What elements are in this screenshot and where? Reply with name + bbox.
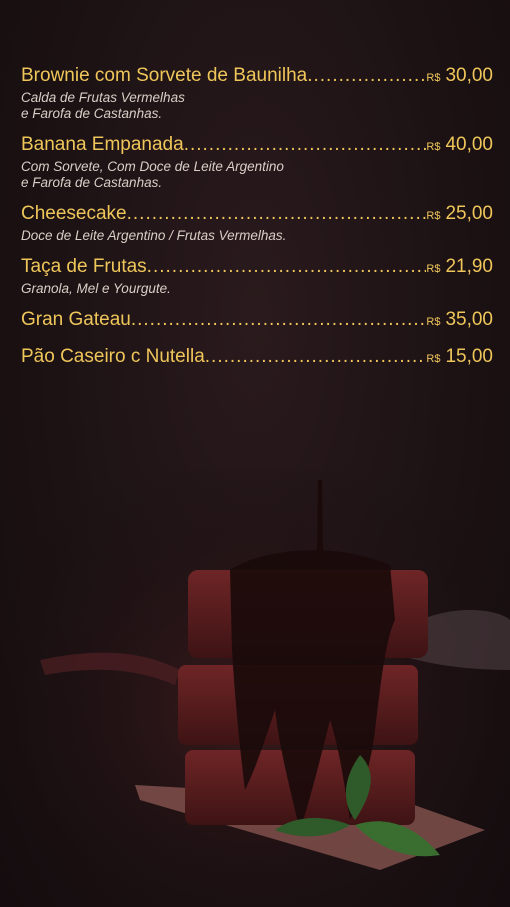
price-value: 25,00 (445, 203, 493, 224)
price-value: 40,00 (445, 134, 493, 155)
chocolate-drip (317, 480, 323, 560)
item-name: Taça de Frutas (21, 256, 147, 277)
currency-symbol: R$ (426, 72, 441, 84)
item-description: Calda de Frutas Vermelhas e Farofa de Ca… (21, 90, 185, 121)
item-description: Doce de Leite Argentino / Frutas Vermelh… (21, 228, 287, 243)
menu-item-gran-gateau: Gran Gateau R$ 35,00 (21, 308, 493, 334)
item-name: Banana Empanada (21, 134, 184, 155)
menu-item-banana: Banana Empanada R$ 40,00 Com Sorvete, Co… (21, 133, 493, 191)
item-name: Pão Caseiro c Nutella (21, 346, 205, 367)
menu-item-taca-de-frutas: Taça de Frutas R$ 21,90 Granola, Mel e Y… (21, 255, 493, 297)
item-price: R$ 15,00 (426, 345, 493, 371)
menu-item-brownie: Brownie com Sorvete de Baunilha R$ 30,00… (21, 64, 493, 122)
currency-symbol: R$ (426, 353, 441, 365)
item-price: R$ 30,00 (426, 64, 493, 90)
leader-dots (131, 308, 427, 332)
item-name: Brownie com Sorvete de Baunilha (21, 65, 308, 86)
menu-item-pao-caseiro: Pão Caseiro c Nutella R$ 15,00 (21, 345, 493, 371)
leader-dots (184, 133, 427, 157)
currency-symbol: R$ (426, 316, 441, 328)
item-price: R$ 35,00 (426, 308, 493, 334)
item-price: R$ 25,00 (426, 202, 493, 228)
item-name: Gran Gateau (21, 309, 131, 330)
brownie-photo (0, 470, 510, 907)
price-value: 30,00 (445, 65, 493, 86)
currency-symbol: R$ (426, 141, 441, 153)
item-price: R$ 21,90 (426, 255, 493, 281)
item-description: Granola, Mel e Yourgute. (21, 281, 171, 296)
price-value: 21,90 (445, 256, 493, 277)
dessert-menu: Brownie com Sorvete de Baunilha R$ 30,00… (21, 64, 493, 382)
menu-item-cheesecake: Cheesecake R$ 25,00 Doce de Leite Argent… (21, 202, 493, 244)
item-description: Com Sorvete, Com Doce de Leite Argentino… (21, 159, 284, 190)
item-price: R$ 40,00 (426, 133, 493, 159)
leader-dots (147, 255, 427, 279)
leader-dots (127, 202, 427, 226)
leader-dots (307, 64, 426, 88)
price-value: 15,00 (445, 346, 493, 367)
leader-dots (205, 345, 427, 369)
item-name: Cheesecake (21, 203, 127, 224)
price-value: 35,00 (445, 309, 493, 330)
currency-symbol: R$ (426, 263, 441, 275)
currency-symbol: R$ (426, 210, 441, 222)
